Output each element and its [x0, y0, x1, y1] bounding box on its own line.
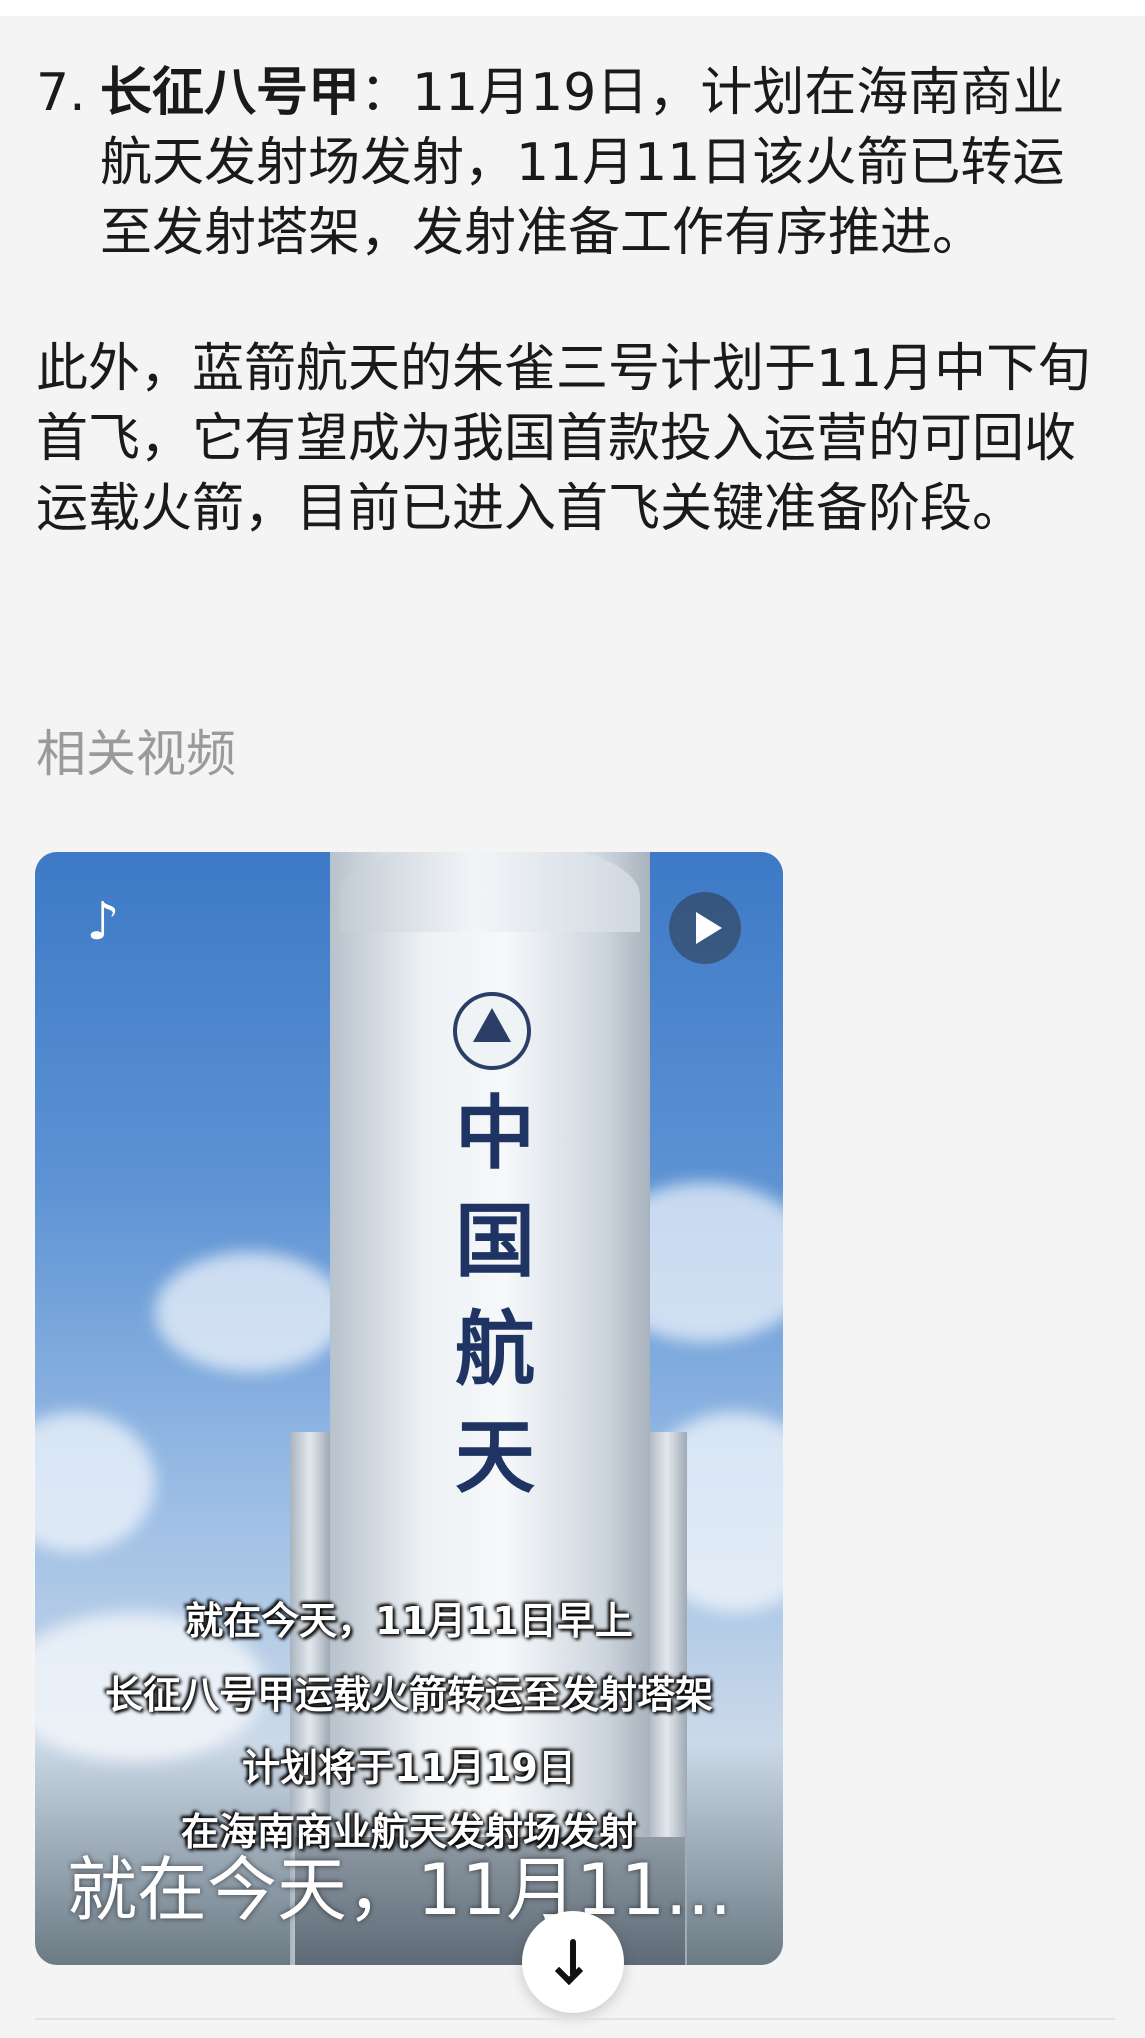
cloud: [35, 1412, 155, 1552]
rocket-char: 天: [455, 1411, 535, 1504]
related-videos-title: 相关视频: [36, 725, 236, 783]
rocket-lettering: 中 国 航 天: [450, 1080, 540, 1512]
rocket-char: 中: [455, 1087, 535, 1180]
video-subtitle: 长征八号甲运载火箭转运至发射塔架: [104, 1673, 713, 1717]
rocket-char: 国: [455, 1195, 535, 1288]
rocket-fairing: [340, 852, 640, 932]
body-paragraph: 此外，蓝箭航天的朱雀三号计划于11月中下旬首飞，它有望成为我国首款投入运营的可回…: [36, 339, 1091, 539]
video-subtitle: 计划将于11月19日: [242, 1746, 576, 1790]
list-item-text: 长征八号甲：11月19日，计划在海南商业航天发射场发射，11月11日该火箭已转运…: [100, 58, 1116, 268]
video-card[interactable]: 中 国 航 天 ♪ 就在今天，11月11日早上 长征八号甲运载火箭转运至发射塔架…: [35, 852, 783, 1965]
play-button[interactable]: [669, 892, 741, 964]
casc-logo-triangle: [473, 1008, 511, 1042]
rocket-char: 航: [455, 1303, 535, 1396]
list-item-bold: 长征八号甲: [100, 63, 361, 123]
cloud: [155, 1252, 345, 1372]
scroll-down-button[interactable]: [522, 1911, 624, 2013]
casc-logo: [453, 992, 531, 1070]
arrow-down-icon-head: [554, 1956, 584, 1986]
divider: [35, 2018, 1115, 2020]
video-subtitle: 就在今天，11月11日早上: [185, 1599, 633, 1643]
list-item-7: 7. 长征八号甲：11月19日，计划在海南商业航天发射场发射，11月11日该火箭…: [36, 58, 1116, 268]
play-icon: [696, 912, 722, 944]
list-number: 7.: [36, 63, 86, 123]
video-subtitle: 在海南商业航天发射场发射: [180, 1810, 637, 1854]
video-caption: 就在今天，11月11...: [67, 1850, 732, 1930]
top-strip: [0, 0, 1145, 16]
tiktok-icon: ♪: [86, 892, 120, 952]
